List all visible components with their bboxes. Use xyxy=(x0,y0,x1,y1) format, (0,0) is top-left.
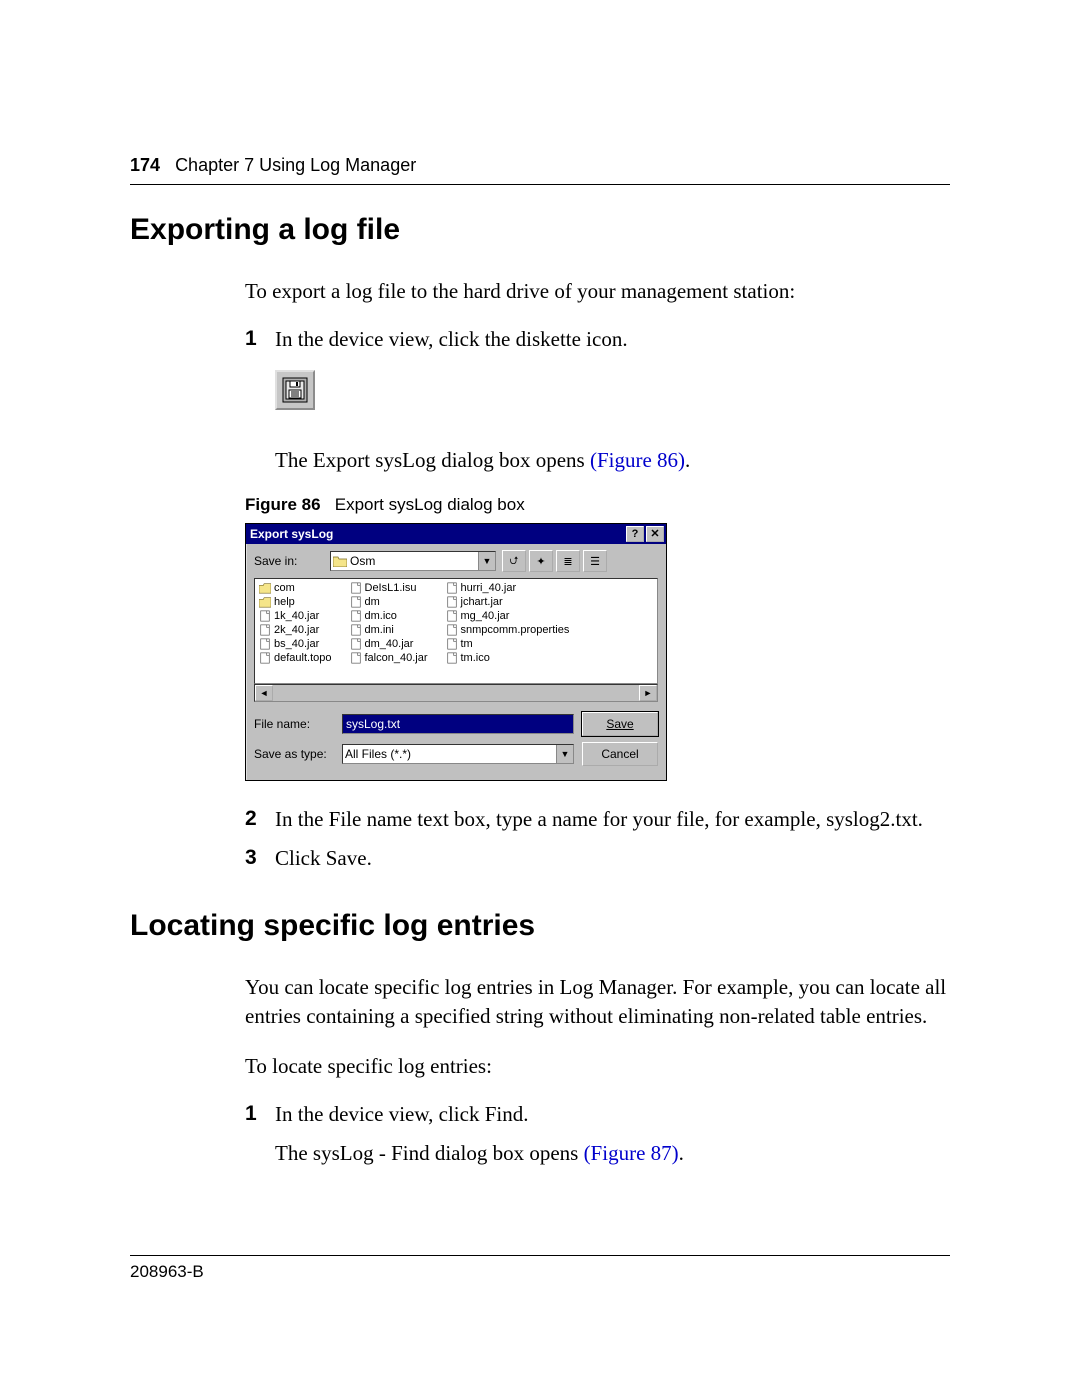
file-item[interactable]: default.topo xyxy=(259,652,332,664)
folder-open-icon xyxy=(333,555,347,567)
cancel-button[interactable]: Cancel xyxy=(582,742,658,766)
step-number: 1 xyxy=(245,327,275,473)
file-item[interactable]: mg_40.jar xyxy=(446,610,570,622)
dialog-titlebar: Export sysLog ? ✕ xyxy=(246,524,666,544)
export-syslog-dialog: Export sysLog ? ✕ Save in: Osm ▼ ⮍ ✦ ≣ xyxy=(245,523,667,781)
section-heading-exporting: Exporting a log file xyxy=(130,213,950,247)
file-item[interactable]: dm.ico xyxy=(350,610,428,622)
close-button[interactable]: ✕ xyxy=(646,526,664,542)
figure-caption: Figure 86 Export sysLog dialog box xyxy=(245,495,950,515)
step-1-result-prefix: The Export sysLog dialog box opens xyxy=(275,448,590,472)
running-header: 174 Chapter 7 Using Log Manager xyxy=(130,155,950,185)
section-heading-locating: Locating specific log entries xyxy=(130,909,950,943)
page-number: 174 xyxy=(130,155,160,175)
locating-paragraph-2: To locate specific log entries: xyxy=(245,1052,950,1080)
horizontal-scrollbar[interactable]: ◄ ► xyxy=(254,684,658,702)
save-in-value: Osm xyxy=(350,554,375,568)
file-item[interactable]: hurri_40.jar xyxy=(446,582,570,594)
step-2-text: In the File name text box, type a name f… xyxy=(275,807,923,831)
diskette-icon-button xyxy=(275,370,315,410)
locating-paragraph-1: You can locate specific log entries in L… xyxy=(245,973,950,1030)
file-item[interactable]: falcon_40.jar xyxy=(350,652,428,664)
file-item[interactable]: bs_40.jar xyxy=(259,638,332,650)
save-as-type-label: Save as type: xyxy=(254,747,334,761)
dialog-title: Export sysLog xyxy=(250,527,624,541)
up-one-level-button[interactable]: ⮍ xyxy=(502,550,526,572)
save-as-type-value: All Files (*.*) xyxy=(345,747,411,761)
step-3-text: Click Save. xyxy=(275,846,372,870)
chevron-down-icon[interactable]: ▼ xyxy=(556,745,573,763)
save-button[interactable]: Save xyxy=(582,712,658,736)
file-item[interactable]: dm.ini xyxy=(350,624,428,636)
figure-86-link[interactable]: (Figure 86) xyxy=(590,448,685,472)
file-item[interactable]: 2k_40.jar xyxy=(259,624,332,636)
list-view-button[interactable]: ≣ xyxy=(556,550,580,572)
locating-step-1-text: In the device view, click Find. xyxy=(275,1102,528,1126)
document-id: 208963-B xyxy=(130,1262,204,1281)
file-item[interactable]: jchart.jar xyxy=(446,596,570,608)
file-item[interactable]: 1k_40.jar xyxy=(259,610,332,622)
file-item[interactable]: dm xyxy=(350,596,428,608)
file-item[interactable]: tm.ico xyxy=(446,652,570,664)
help-button[interactable]: ? xyxy=(626,526,644,542)
locating-step-1-result-prefix: The sysLog - Find dialog box opens xyxy=(275,1141,584,1165)
step-1-result-suffix: . xyxy=(685,448,690,472)
file-name-value: sysLog.txt xyxy=(346,717,400,731)
create-new-folder-button[interactable]: ✦ xyxy=(529,550,553,572)
step-number: 3 xyxy=(245,846,275,871)
intro-paragraph: To export a log file to the hard drive o… xyxy=(245,277,950,305)
save-as-type-combo[interactable]: All Files (*.*) ▼ xyxy=(342,744,574,764)
figure-label: Figure 86 xyxy=(245,495,321,514)
save-in-label: Save in: xyxy=(254,554,324,568)
save-in-combo[interactable]: Osm ▼ xyxy=(330,551,496,571)
chapter-label: Chapter 7 Using Log Manager xyxy=(175,155,416,175)
file-item[interactable]: tm xyxy=(446,638,570,650)
file-item[interactable]: dm_40.jar xyxy=(350,638,428,650)
file-item[interactable]: DeIsL1.isu xyxy=(350,582,428,594)
figure-caption-text: Export sysLog dialog box xyxy=(335,495,525,514)
save-button-label: Save xyxy=(606,717,633,731)
step-number: 1 xyxy=(245,1102,275,1166)
step-number: 2 xyxy=(245,807,275,832)
scroll-right-icon[interactable]: ► xyxy=(639,685,657,701)
chevron-down-icon[interactable]: ▼ xyxy=(478,552,495,570)
details-view-button[interactable]: ☰ xyxy=(583,550,607,572)
figure-87-link[interactable]: (Figure 87) xyxy=(584,1141,679,1165)
step-1-text: In the device view, click the diskette i… xyxy=(275,327,628,351)
file-item[interactable]: snmpcomm.properties xyxy=(446,624,570,636)
file-item[interactable]: com xyxy=(259,582,332,594)
scroll-left-icon[interactable]: ◄ xyxy=(255,685,273,701)
file-name-label: File name: xyxy=(254,717,334,731)
file-name-input[interactable]: sysLog.txt xyxy=(342,714,574,734)
file-list-pane[interactable]: com help 1k_40.jar 2k_40.jar bs_40.jardefaul… xyxy=(254,578,658,684)
page-footer: 208963-B xyxy=(130,1255,950,1282)
file-item[interactable]: help xyxy=(259,596,332,608)
locating-step-1-result-suffix: . xyxy=(679,1141,684,1165)
